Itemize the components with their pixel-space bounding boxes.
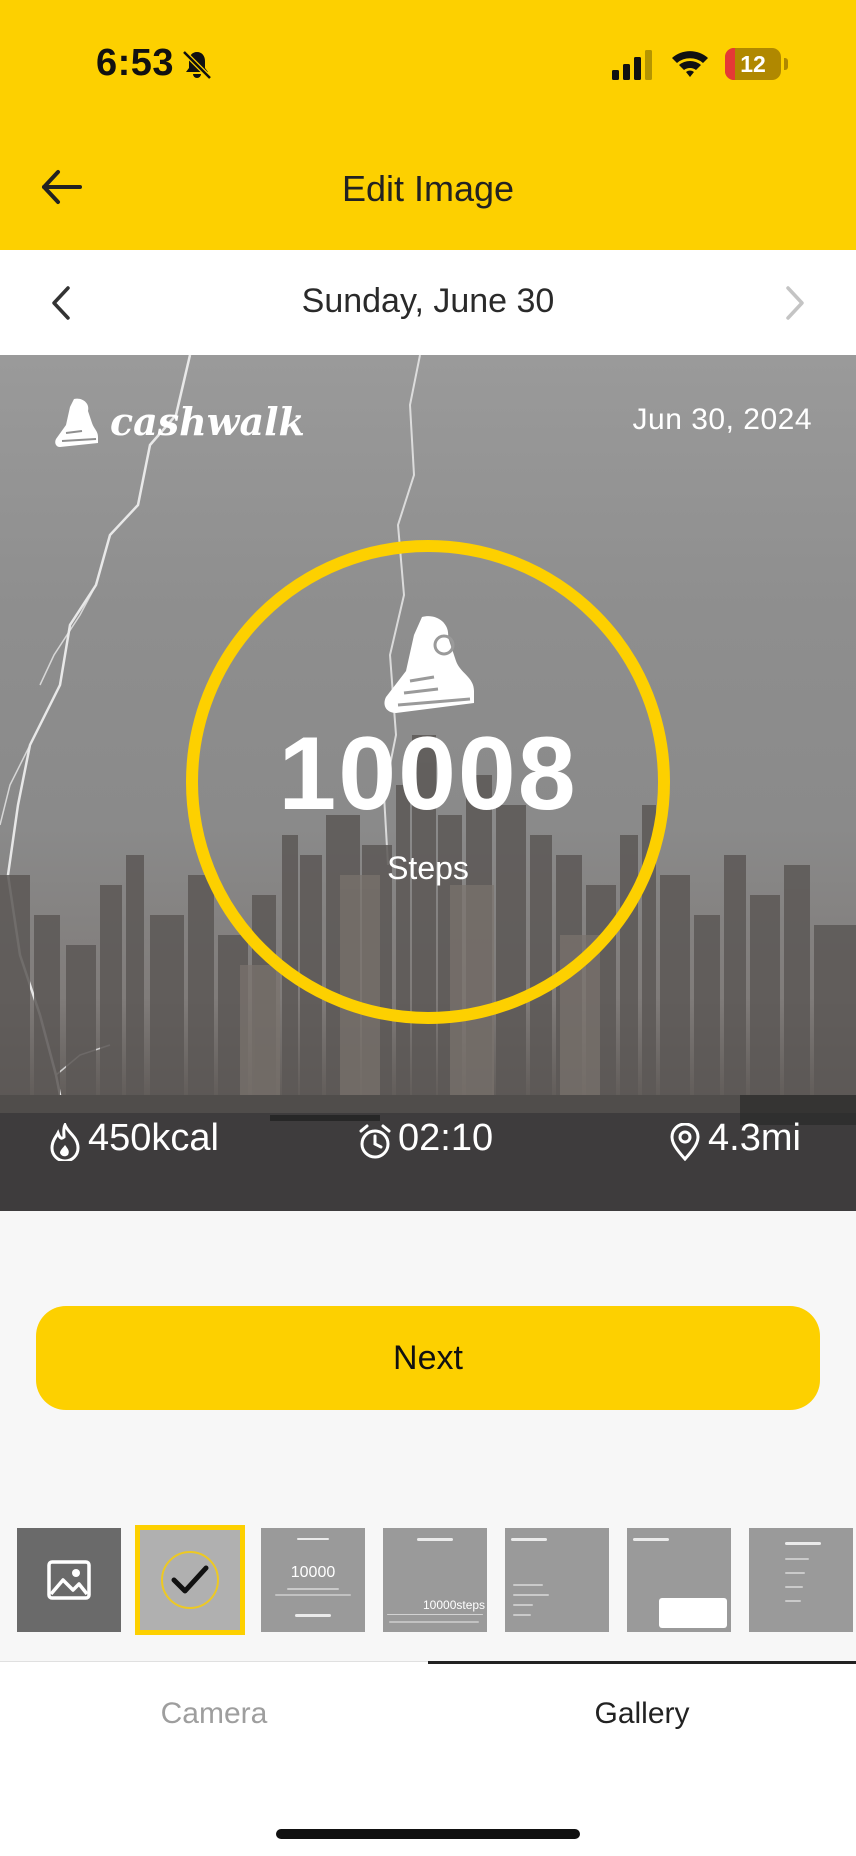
current-date-label: Sunday, June 30: [301, 282, 555, 320]
active-tab-indicator: [428, 1661, 856, 1664]
thumb-brand-line: [633, 1538, 669, 1541]
thumb-date-line: [297, 1538, 329, 1540]
battery-indicator: 12: [725, 48, 781, 80]
thumb-list-line: [513, 1614, 531, 1616]
thumb-list-line: [785, 1558, 809, 1560]
brand-name: cashwalk: [110, 399, 305, 444]
sneaker-icon: [384, 616, 474, 713]
thumbnail-template-5[interactable]: [627, 1528, 731, 1632]
thumb-list-line: [513, 1584, 543, 1586]
thumb-brand-line: [511, 1538, 547, 1541]
thumb-divider: [387, 1614, 483, 1615]
wifi-icon: [672, 51, 708, 77]
image-icon: [47, 1560, 91, 1600]
steps-label: Steps: [387, 850, 469, 886]
app-header: 6:53 12 Edit Image: [0, 0, 856, 250]
bottom-tab-bar: Camera Gallery: [0, 1661, 856, 1856]
shoe-logo-icon: [55, 398, 98, 447]
thumb-list-line: [513, 1594, 549, 1596]
location-pin-icon: [670, 1123, 700, 1161]
tab-camera[interactable]: Camera: [0, 1697, 428, 1731]
thumb-brand-line: [785, 1542, 821, 1545]
next-button[interactable]: Next: [36, 1306, 820, 1410]
thumbnail-template-1-selected[interactable]: [135, 1525, 245, 1635]
thumbnail-template-6[interactable]: [749, 1528, 853, 1632]
steps-count: 10008: [278, 716, 578, 832]
thumb-list-line: [785, 1572, 805, 1574]
thumb-brand-line: [417, 1538, 453, 1541]
date-navigator: Sunday, June 30: [0, 250, 856, 355]
thumb-list-line: [785, 1600, 801, 1602]
home-indicator: [276, 1829, 580, 1839]
thumb-stats-card: [659, 1598, 727, 1628]
thumb-list-line: [785, 1586, 803, 1588]
thumb-stats-line: [275, 1594, 351, 1596]
template-thumbnail-strip[interactable]: 10000 10000steps: [0, 1525, 856, 1638]
status-time: 6:53: [96, 42, 175, 84]
thumbnail-template-2[interactable]: 10000: [261, 1528, 365, 1632]
thumb-stats-line: [389, 1621, 479, 1623]
alarm-clock-icon: [359, 1124, 391, 1159]
thumbnail-template-4[interactable]: [505, 1528, 609, 1632]
thumb-divider: [287, 1588, 339, 1590]
cellular-signal-icon: [612, 50, 652, 80]
flame-icon: [50, 1123, 80, 1161]
thumb-brand-line: [295, 1614, 331, 1617]
next-button-label: Next: [393, 1339, 463, 1377]
battery-level: 12: [740, 51, 766, 77]
duration-value: 02:10: [398, 1117, 494, 1159]
thumb-steps-text: 10000steps: [423, 1598, 486, 1612]
tab-divider: [0, 1661, 428, 1662]
distance-value: 4.3mi: [708, 1117, 801, 1159]
calories-value: 450kcal: [88, 1117, 219, 1159]
page-title: Edit Image: [341, 168, 515, 209]
next-date-chevron-icon[interactable]: [778, 278, 814, 328]
tab-gallery[interactable]: Gallery: [428, 1697, 856, 1731]
photo-preview: cashwalk Jun 30, 2024 10008 Steps 450kca…: [0, 355, 856, 1211]
checkmark-icon: [171, 1565, 209, 1594]
battery-nub: [784, 58, 788, 70]
photo-date: Jun 30, 2024: [632, 403, 812, 436]
bell-muted-icon: [182, 50, 212, 80]
thumb-list-line: [513, 1604, 533, 1606]
thumb-steps-value: 10000: [290, 1564, 336, 1581]
thumbnail-gallery-picker[interactable]: [17, 1528, 121, 1632]
thumbnail-template-3[interactable]: 10000steps: [383, 1528, 487, 1632]
